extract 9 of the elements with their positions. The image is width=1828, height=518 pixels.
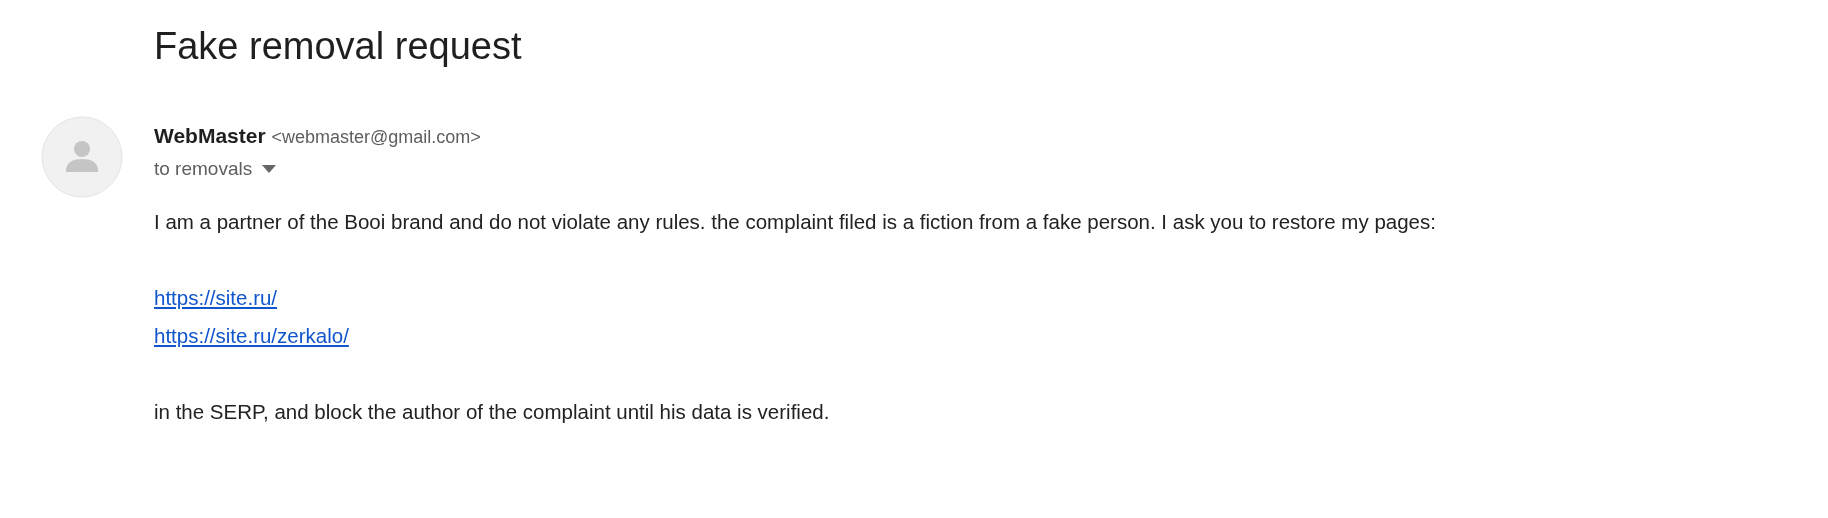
caret-icon[interactable] (262, 165, 277, 173)
link[interactable]: https://site.ru/ (154, 279, 278, 317)
sender-email: <webmaster@gmail.com> (271, 127, 481, 147)
email-subject: Fake removal request (154, 24, 523, 69)
sender-name: WebMaster (154, 124, 266, 147)
message-paragraph: I am a partner of the Booi brand and do not violate any rules. the complaint filed is a fiction from a fake person. I ask you to restore my pages: (154, 209, 1436, 235)
message-paragraph: in the SERP, and block the author of the complaint until his data is verified. (154, 399, 831, 425)
link[interactable]: https://site.ru/zerkalo/ (154, 317, 349, 355)
recipient-label: to removals (154, 157, 253, 181)
